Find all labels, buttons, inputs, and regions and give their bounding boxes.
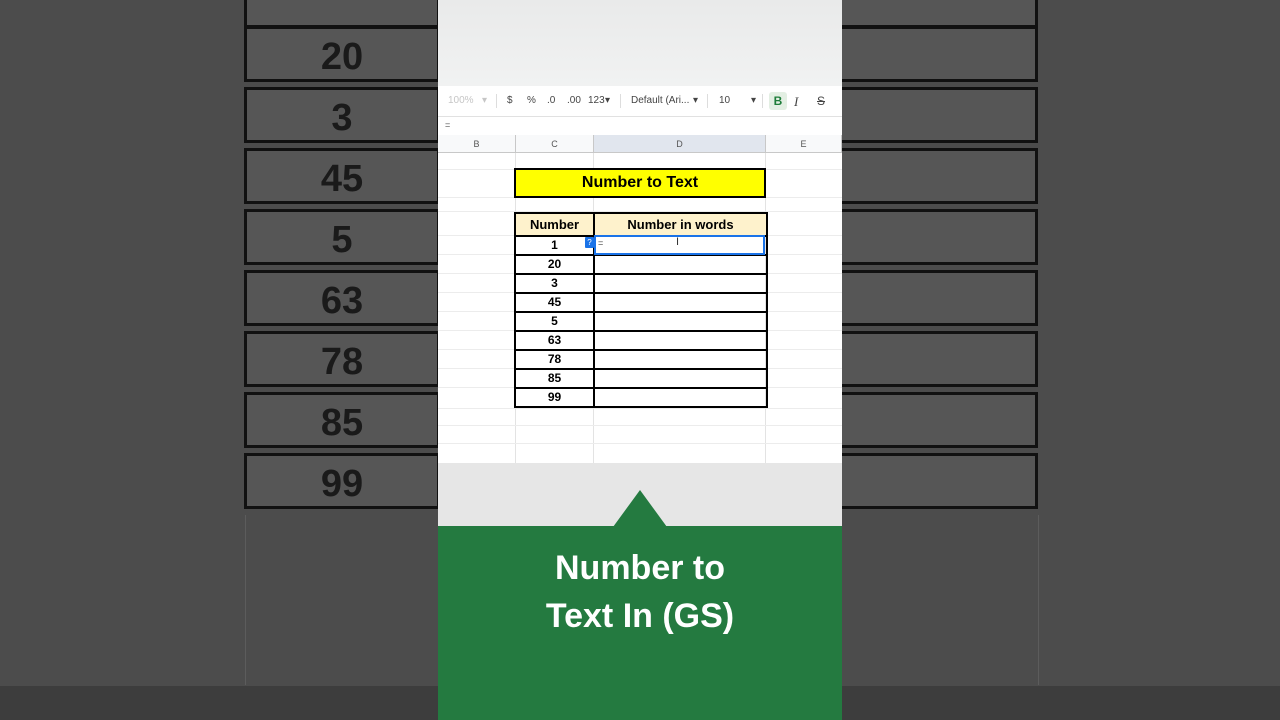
words-cell[interactable]	[593, 349, 768, 370]
italic-button[interactable]: I	[794, 94, 798, 110]
chevron-down-icon[interactable]: ▾	[693, 94, 698, 108]
sheet-panel: 100% ▾ $ % .0 .00 123 ▾ Default (Ari... …	[438, 0, 842, 720]
column-header-d[interactable]: D	[594, 135, 766, 153]
font-family-select[interactable]: Default (Ari...	[631, 94, 689, 108]
formula-input[interactable]: =	[445, 120, 450, 130]
chevron-down-icon[interactable]: ▾	[605, 94, 610, 108]
number-cell[interactable]: 1	[514, 235, 595, 256]
bg-number: 1	[247, 0, 437, 11]
bg-number: 5	[331, 219, 353, 261]
caption-line-2: Text In (GS)	[545, 597, 735, 635]
chevron-down-icon[interactable]: ▾	[482, 94, 487, 108]
words-cell[interactable]	[593, 292, 768, 313]
more-formats-button[interactable]: 123	[588, 94, 605, 108]
chevron-down-icon[interactable]: ▾	[751, 94, 756, 108]
number-cell[interactable]: 99	[514, 387, 595, 408]
bg-number: 85	[320, 402, 364, 444]
words-cell[interactable]	[593, 368, 768, 389]
number-cell[interactable]: 78	[514, 349, 595, 370]
active-cell-input[interactable]: =	[598, 238, 603, 248]
formula-bar[interactable]: =	[438, 116, 842, 136]
top-strip	[438, 0, 842, 86]
currency-format-button[interactable]: $	[507, 94, 513, 108]
column-header-e[interactable]: E	[766, 135, 842, 153]
column-header-c[interactable]: C	[516, 135, 594, 153]
formula-help-icon[interactable]: ?	[585, 237, 594, 248]
bg-number: 78	[320, 341, 364, 383]
bg-number: 45	[320, 158, 364, 200]
text-cursor-icon: I	[676, 236, 680, 248]
bg-number: 99	[320, 463, 364, 505]
font-size-select[interactable]: 10	[719, 94, 730, 108]
caption-text: Number to Text In (GS)	[438, 544, 842, 640]
percent-format-button[interactable]: %	[527, 94, 536, 108]
words-cell[interactable]	[593, 273, 768, 294]
number-cell[interactable]: 45	[514, 292, 595, 313]
words-cell[interactable]	[593, 311, 768, 332]
words-cell[interactable]	[593, 387, 768, 408]
number-cell[interactable]: 3	[514, 273, 595, 294]
number-cell[interactable]: 20	[514, 254, 595, 275]
active-cell-selection[interactable]	[594, 235, 765, 255]
sheet-title[interactable]: Number to Text	[514, 168, 766, 198]
number-cell[interactable]: 63	[514, 330, 595, 351]
number-cell[interactable]: 5	[514, 311, 595, 332]
words-cell[interactable]	[593, 254, 768, 275]
caption-line-1: Number to	[555, 549, 725, 587]
toolbar: 100% ▾ $ % .0 .00 123 ▾ Default (Ari... …	[438, 86, 842, 116]
increase-decimal-button[interactable]: .00	[567, 94, 581, 108]
zoom-select[interactable]: 100%	[448, 94, 474, 108]
header-number[interactable]: Number	[514, 212, 595, 237]
bg-number: 63	[320, 280, 364, 322]
strikethrough-button[interactable]: S	[817, 94, 825, 108]
header-number-in-words[interactable]: Number in words	[593, 212, 768, 237]
number-cell[interactable]: 85	[514, 368, 595, 389]
pointer-triangle	[613, 490, 667, 527]
words-cell[interactable]	[593, 330, 768, 351]
bold-button[interactable]: B	[769, 92, 787, 110]
bg-number: 3	[331, 97, 353, 139]
bg-number: 20	[320, 36, 364, 78]
decrease-decimal-button[interactable]: .0	[547, 94, 555, 108]
column-header-b[interactable]: B	[438, 135, 516, 153]
